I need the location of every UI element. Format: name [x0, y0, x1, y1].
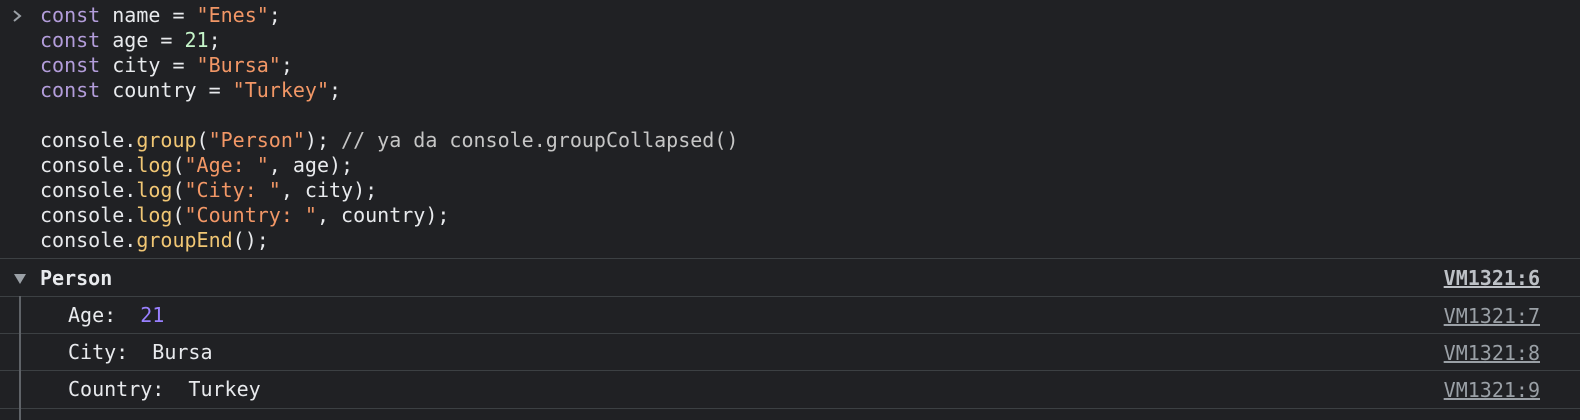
code-token: ( — [172, 178, 185, 202]
code-line: console.log("Age: ", age); — [40, 153, 738, 178]
group-indent-guide — [19, 370, 21, 408]
group-indent-guide — [19, 333, 21, 371]
code-token: "Enes" — [196, 3, 269, 27]
code-token: console. — [40, 153, 137, 177]
code-line: const city = "Bursa"; — [40, 53, 738, 78]
code-line: console.log("City: ", city); — [40, 178, 738, 203]
code-token: "Turkey" — [232, 78, 329, 102]
log-row-city: City: Bursa VM1321:8 — [0, 333, 1580, 371]
code-token: const — [40, 78, 101, 102]
triangle-down-icon[interactable] — [14, 274, 26, 284]
log-label: Country: — [68, 377, 177, 401]
code-line: const name = "Enes"; — [40, 3, 738, 28]
code-block[interactable]: const name = "Enes"; const age = 21; const… — [40, 3, 738, 253]
code-token: ( — [172, 203, 185, 227]
source-link[interactable]: VM1321:7 — [1444, 304, 1540, 329]
log-value: Turkey — [188, 377, 261, 401]
code-token: "Country: " — [184, 203, 317, 227]
code-token: (); — [232, 228, 269, 252]
code-token: "Bursa" — [196, 53, 281, 77]
code-token: name = — [100, 3, 197, 27]
code-token: ( — [196, 128, 209, 152]
code-token: , city); — [280, 178, 378, 202]
code-token: log — [136, 178, 173, 202]
code-line: const age = 21; — [40, 28, 738, 53]
log-value: 21 — [140, 303, 165, 327]
code-token: // ya da console.groupCollapsed() — [341, 128, 739, 152]
code-token: , country); — [316, 203, 450, 227]
console-group-person[interactable]: Person VM1321:6 — [0, 258, 1580, 296]
code-token: "Age: " — [184, 153, 269, 177]
code-token: ; — [329, 78, 342, 102]
code-line: console.groupEnd(); — [40, 228, 738, 253]
log-value: Bursa — [152, 340, 213, 364]
code-token: const — [40, 3, 101, 27]
code-token: ); — [304, 128, 342, 152]
code-token: 21 — [184, 28, 209, 52]
code-token: ; — [280, 53, 293, 77]
code-token: "City: " — [184, 178, 281, 202]
log-message: Country: Turkey — [68, 377, 261, 402]
code-token: ; — [268, 3, 281, 27]
console-input-entry[interactable]: const name = "Enes"; const age = 21; const… — [0, 0, 1580, 258]
code-token: const — [40, 28, 101, 52]
log-row-country: Country: Turkey VM1321:9 — [0, 370, 1580, 408]
code-token: log — [136, 153, 173, 177]
code-line: console.group("Person"); // ya da consol… — [40, 128, 738, 153]
code-token: city = — [100, 53, 197, 77]
code-token: log — [136, 203, 173, 227]
log-message: City: Bursa — [68, 340, 213, 365]
code-token: console. — [40, 178, 137, 202]
code-token: const — [40, 53, 101, 77]
code-token: groupEnd — [136, 228, 233, 252]
group-indent-guide — [19, 408, 21, 420]
code-token: console. — [40, 203, 137, 227]
devtools-console: const name = "Enes"; const age = 21; const… — [0, 0, 1580, 420]
divider — [0, 408, 1580, 409]
code-token: console. — [40, 128, 137, 152]
code-token: ; — [208, 28, 221, 52]
code-token: "Person" — [208, 128, 305, 152]
log-label: City: — [68, 340, 141, 364]
code-token: ( — [172, 153, 185, 177]
log-row-age: Age: 21 VM1321:7 — [0, 296, 1580, 334]
code-token: , age); — [268, 153, 354, 177]
code-token: age = — [100, 28, 185, 52]
code-token: console. — [40, 228, 137, 252]
source-link[interactable]: VM1321:6 — [1444, 266, 1540, 291]
chevron-right-icon — [10, 6, 26, 26]
code-line: const country = "Turkey"; — [40, 78, 738, 103]
group-indent-guide — [19, 296, 21, 334]
code-line: console.log("Country: ", country); — [40, 203, 738, 228]
source-link[interactable]: VM1321:9 — [1444, 378, 1540, 403]
group-label: Person — [40, 266, 113, 290]
log-message: Age: 21 — [68, 303, 164, 328]
code-token: group — [136, 128, 197, 152]
log-label: Age: — [68, 303, 129, 327]
source-link[interactable]: VM1321:8 — [1444, 341, 1540, 366]
code-token: country = — [100, 78, 233, 102]
